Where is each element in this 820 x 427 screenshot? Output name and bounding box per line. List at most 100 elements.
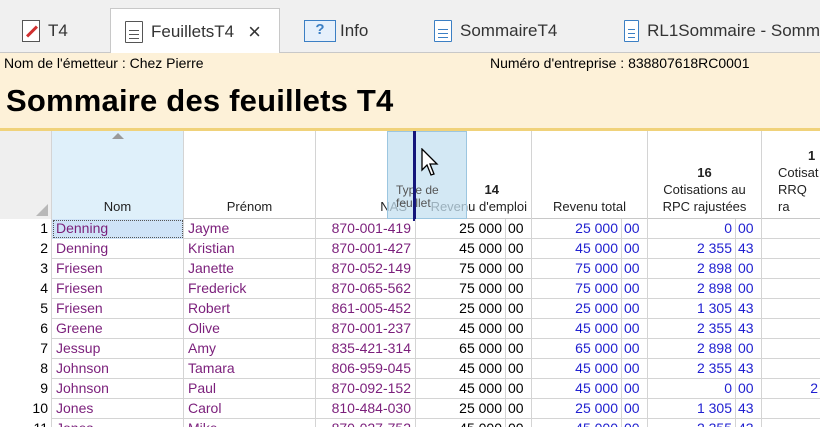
row-number[interactable]: 1: [0, 219, 52, 239]
cell-rpc[interactable]: 2 898: [648, 339, 736, 359]
table-row[interactable]: 1 Denning Jayme 870-001-419 25 000 00 25 000 00…: [0, 219, 820, 239]
cell-rpc-cents[interactable]: 43: [736, 299, 762, 319]
table-row[interactable]: 4 Friesen Frederick 870-065-562 75 000 00 75 0…: [0, 279, 820, 299]
cell-rpc-cents[interactable]: 43: [736, 239, 762, 259]
cell-rpc-cents[interactable]: 43: [736, 399, 762, 419]
cell-revenu-emploi-cents[interactable]: 00: [506, 279, 532, 299]
cell-rpc[interactable]: 2 355: [648, 319, 736, 339]
cell-rpc[interactable]: 0: [648, 379, 736, 399]
close-tab-icon[interactable]: ×: [248, 20, 261, 43]
column-header-nom[interactable]: Nom: [52, 131, 184, 219]
cell-nas[interactable]: 806-959-045: [316, 359, 416, 379]
cell-prenom[interactable]: Kristian: [184, 239, 316, 259]
cell-nom[interactable]: Greene: [52, 319, 184, 339]
cell-prenom[interactable]: Frederick: [184, 279, 316, 299]
cell-revenu-emploi[interactable]: 45 000: [416, 319, 506, 339]
cell-rpc-cents[interactable]: 00: [736, 259, 762, 279]
cell-nas[interactable]: 835-421-314: [316, 339, 416, 359]
cell-prenom[interactable]: Janette: [184, 259, 316, 279]
cell-rrq[interactable]: [762, 399, 820, 419]
column-header-rrq[interactable]: 1 Cotisat RRQ ra: [762, 131, 820, 219]
cell-nom[interactable]: Jones: [52, 419, 184, 427]
table-row[interactable]: 6 Greene Olive 870-001-237 45 000 00 45 000 00 2…: [0, 319, 820, 339]
cell-rrq[interactable]: [762, 219, 820, 239]
cell-revenu-emploi-cents[interactable]: 00: [506, 319, 532, 339]
cell-revenu-emploi[interactable]: 45 000: [416, 379, 506, 399]
cell-revenu-emploi[interactable]: 45 000: [416, 239, 506, 259]
cell-nas[interactable]: 810-484-030: [316, 399, 416, 419]
cell-nas[interactable]: 870-092-152: [316, 379, 416, 399]
cell-nom[interactable]: Friesen: [52, 259, 184, 279]
cell-revenu-emploi-cents[interactable]: 00: [506, 339, 532, 359]
column-header-prenom[interactable]: Prénom: [184, 131, 316, 219]
cell-rpc-cents[interactable]: 00: [736, 219, 762, 239]
cell-revenu-emploi[interactable]: 25 000: [416, 399, 506, 419]
cell-rpc-cents[interactable]: 43: [736, 359, 762, 379]
cell-nom[interactable]: Johnson: [52, 359, 184, 379]
cell-rrq[interactable]: [762, 299, 820, 319]
cell-nas[interactable]: 870-001-427: [316, 239, 416, 259]
cell-rrq[interactable]: [762, 239, 820, 259]
row-number[interactable]: 5: [0, 299, 52, 319]
cell-rpc[interactable]: 1 305: [648, 299, 736, 319]
cell-nas[interactable]: 870-027-752: [316, 419, 416, 427]
cell-rrq[interactable]: [762, 339, 820, 359]
cell-revenu-emploi-cents[interactable]: 00: [506, 419, 532, 427]
cell-revenu-emploi-cents[interactable]: 00: [506, 359, 532, 379]
row-number[interactable]: 6: [0, 319, 52, 339]
row-number[interactable]: 11: [0, 419, 52, 427]
tab-sommairet4[interactable]: SommaireT4: [420, 8, 600, 53]
cell-rpc[interactable]: 2 898: [648, 259, 736, 279]
cell-prenom[interactable]: Jayme: [184, 219, 316, 239]
cell-nom[interactable]: Denning: [52, 239, 184, 259]
cell-rrq[interactable]: [762, 259, 820, 279]
cell-rrq[interactable]: [762, 319, 820, 339]
table-row[interactable]: 2 Denning Kristian 870-001-427 45 000 00 45 00…: [0, 239, 820, 259]
cell-nom[interactable]: Jones: [52, 399, 184, 419]
cell-revenu-emploi[interactable]: 25 000: [416, 219, 506, 239]
column-header-rpc[interactable]: 16 Cotisations au RPC rajustées: [648, 131, 762, 219]
table-row[interactable]: 11JonesMike870-027-75245 0000045 000002 …: [0, 419, 820, 427]
cell-nom[interactable]: Johnson: [52, 379, 184, 399]
cell-revenu-emploi-cents[interactable]: 00: [506, 219, 532, 239]
cell-rpc[interactable]: 2 898: [648, 279, 736, 299]
cell-rpc[interactable]: 2 355: [648, 359, 736, 379]
cell-revenu-emploi[interactable]: 65 000: [416, 339, 506, 359]
tab-t4[interactable]: T4: [8, 8, 108, 53]
cell-rpc-cents[interactable]: 43: [736, 319, 762, 339]
cell-rpc-cents[interactable]: 43: [736, 419, 762, 427]
cell-prenom[interactable]: Robert: [184, 299, 316, 319]
cell-nas[interactable]: 870-052-149: [316, 259, 416, 279]
table-row[interactable]: 10 Jones Carol 810-484-030 25 000 00 25 000 00 1…: [0, 399, 820, 419]
cell-revenu-emploi-cents[interactable]: 00: [506, 239, 532, 259]
cell-nas[interactable]: 870-001-419: [316, 219, 416, 239]
cell-prenom[interactable]: Amy: [184, 339, 316, 359]
cell-nom[interactable]: Denning: [52, 219, 184, 239]
row-number[interactable]: 8: [0, 359, 52, 379]
cell-nas[interactable]: 861-005-452: [316, 299, 416, 319]
cell-revenu-emploi[interactable]: 75 000: [416, 279, 506, 299]
cell-nom[interactable]: Friesen: [52, 279, 184, 299]
cell-prenom[interactable]: Paul: [184, 379, 316, 399]
cell-rrq[interactable]: [762, 279, 820, 299]
table-row[interactable]: 5 Friesen Robert 861-005-452 25 000 00 25 000 0…: [0, 299, 820, 319]
select-all-corner[interactable]: [0, 131, 52, 219]
cell-revenu-emploi-cents[interactable]: 00: [506, 259, 532, 279]
cell-prenom[interactable]: Carol: [184, 399, 316, 419]
cell-rpc[interactable]: 1 305: [648, 399, 736, 419]
cell-revenu-emploi[interactable]: 75 000: [416, 259, 506, 279]
cell-nom[interactable]: Jessup: [52, 339, 184, 359]
cell-rpc-cents[interactable]: 00: [736, 339, 762, 359]
row-number[interactable]: 2: [0, 239, 52, 259]
table-row[interactable]: 7 Jessup Amy 835-421-314 65 000 00 65 000 00 2 8…: [0, 339, 820, 359]
row-number[interactable]: 9: [0, 379, 52, 399]
cell-rpc[interactable]: 2 355: [648, 239, 736, 259]
row-number[interactable]: 7: [0, 339, 52, 359]
cell-revenu-emploi[interactable]: 45 000: [416, 419, 506, 427]
cell-revenu-emploi[interactable]: 25 000: [416, 299, 506, 319]
cell-rpc[interactable]: 0: [648, 219, 736, 239]
cell-rpc[interactable]: 2 355: [648, 419, 736, 427]
cell-rrq[interactable]: [762, 359, 820, 379]
cell-prenom[interactable]: Tamara: [184, 359, 316, 379]
tab-info[interactable]: ? Info: [290, 8, 410, 53]
